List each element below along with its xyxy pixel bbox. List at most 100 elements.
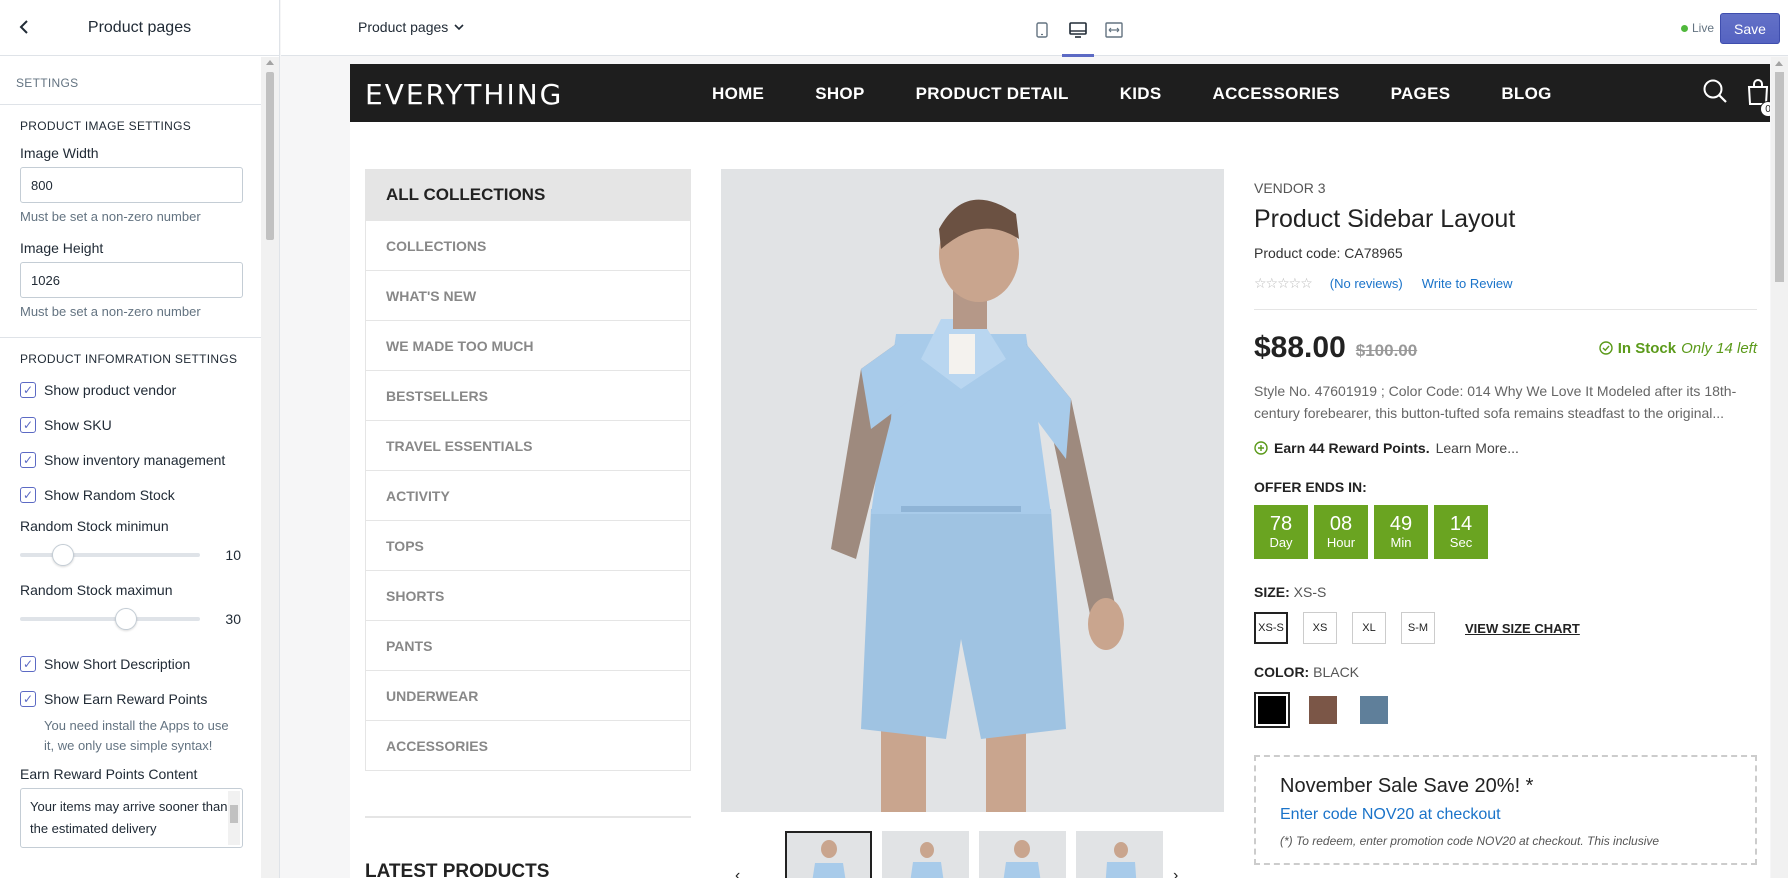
image-height-input[interactable]: 1026: [20, 262, 243, 298]
image-width-help: Must be set a non-zero number: [20, 209, 201, 224]
back-arrow-icon[interactable]: [14, 16, 36, 38]
fullwidth-icon[interactable]: [1100, 16, 1128, 44]
textarea-scrollbar[interactable]: [228, 791, 240, 845]
collection-link[interactable]: WHAT'S NEW: [366, 270, 690, 320]
scroll-up-icon[interactable]: [1775, 61, 1783, 66]
panel-scrollbar[interactable]: [261, 57, 279, 878]
page-selector[interactable]: Product pages: [358, 19, 464, 35]
product-thumbnail[interactable]: [785, 831, 872, 878]
scrollbar-thumb[interactable]: [266, 72, 274, 240]
size-option[interactable]: XL: [1352, 612, 1386, 644]
color-swatch-blue[interactable]: [1356, 692, 1392, 728]
range-value: 10: [225, 547, 241, 563]
reward-points: Earn 44 Reward Points. Learn More...: [1254, 440, 1757, 456]
cart-icon[interactable]: 0: [1746, 78, 1770, 117]
collection-link[interactable]: PANTS: [366, 620, 690, 670]
live-label: Live: [1691, 21, 1714, 35]
checkbox-label: Show product vendor: [44, 381, 177, 398]
collection-link[interactable]: ACCESSORIES: [366, 720, 690, 770]
plus-circle-icon: [1254, 441, 1268, 455]
cart-count-badge: 0: [1760, 101, 1770, 117]
desktop-icon[interactable]: [1062, 16, 1094, 57]
scroll-up-icon[interactable]: [266, 60, 274, 65]
store-logo[interactable]: EVERYTHING: [365, 78, 563, 111]
size-label-row: SIZE: XS-S: [1254, 584, 1757, 600]
collection-link[interactable]: UNDERWEAR: [366, 670, 690, 720]
range-slider-max[interactable]: [20, 608, 200, 630]
nav-link-kids[interactable]: KIDS: [1120, 84, 1162, 104]
mobile-icon[interactable]: [1028, 16, 1056, 44]
section-label: SETTINGS: [0, 57, 261, 105]
learn-more-link[interactable]: Learn More...: [1436, 440, 1519, 456]
countdown-unit: Day: [1269, 535, 1293, 550]
nav-link-accessories[interactable]: ACCESSORIES: [1213, 84, 1340, 104]
size-chart-link[interactable]: VIEW SIZE CHART: [1465, 621, 1580, 636]
nav-link-blog[interactable]: BLOG: [1501, 84, 1551, 104]
compare-price: $100.00: [1355, 341, 1418, 360]
write-review-link[interactable]: Write to Review: [1422, 276, 1513, 291]
scrollbar-thumb[interactable]: [1775, 72, 1784, 282]
collection-link[interactable]: TRAVEL ESSENTIALS: [366, 420, 690, 470]
reviews-link[interactable]: (No reviews): [1330, 276, 1403, 291]
nav-link-pages[interactable]: PAGES: [1391, 84, 1451, 104]
show-short-description-checkbox[interactable]: ✓ Show Short Description: [20, 646, 241, 681]
thumb-next-icon[interactable]: ›: [1173, 867, 1178, 878]
product-vendor[interactable]: VENDOR 3: [1254, 180, 1757, 196]
countdown-number: 14: [1449, 513, 1473, 535]
collection-link[interactable]: BESTSELLERS: [366, 370, 690, 420]
show-random-stock-checkbox[interactable]: ✓ Show Random Stock: [20, 477, 241, 512]
chevron-down-icon: [454, 23, 464, 30]
slider-handle[interactable]: [51, 544, 74, 566]
color-swatch-black[interactable]: [1254, 692, 1290, 728]
save-button[interactable]: Save: [1720, 13, 1780, 44]
check-circle-icon: [1599, 341, 1613, 355]
product-thumbnail[interactable]: [882, 831, 969, 878]
live-status: Live: [1680, 21, 1714, 35]
product-thumbnail[interactable]: [1076, 831, 1163, 878]
size-option[interactable]: XS: [1303, 612, 1337, 644]
show-inventory-checkbox[interactable]: ✓ Show inventory management: [20, 442, 241, 477]
show-reward-points-checkbox[interactable]: ✓ Show Earn Reward Points: [20, 681, 241, 716]
nav-link-home[interactable]: HOME: [712, 84, 764, 104]
store-navbar: EVERYTHING HOME SHOP PRODUCT DETAIL KIDS…: [350, 64, 1770, 122]
color-label-row: COLOR: BLACK: [1254, 664, 1757, 680]
countdown-number: 49: [1389, 513, 1413, 535]
nav-link-shop[interactable]: SHOP: [815, 84, 864, 104]
nav-link-product-detail[interactable]: PRODUCT DETAIL: [916, 84, 1069, 104]
checkmark-icon: ✓: [20, 451, 36, 468]
product-price: $88.00: [1254, 331, 1346, 364]
checkmark-icon: ✓: [20, 690, 36, 707]
color-swatch-brown[interactable]: [1305, 692, 1341, 728]
checkbox-label: Show Random Stock: [44, 486, 175, 503]
panel-scroll-area: SETTINGS PRODUCT IMAGE SETTINGS Image Wi…: [0, 57, 261, 878]
collection-link[interactable]: SHORTS: [366, 570, 690, 620]
reward-content-label: Earn Reward Points Content: [20, 766, 198, 782]
collection-link[interactable]: TOPS: [366, 520, 690, 570]
product-thumbnail[interactable]: [979, 831, 1066, 878]
size-option[interactable]: S-M: [1401, 612, 1435, 644]
image-width-input[interactable]: 800: [20, 167, 243, 203]
page-selector-label: Product pages: [358, 19, 449, 35]
show-vendor-checkbox[interactable]: ✓ Show product vendor: [20, 372, 241, 407]
range-slider-min[interactable]: [20, 544, 200, 566]
slider-handle[interactable]: [114, 608, 137, 630]
random-stock-min: Random Stock minimun 10: [20, 518, 241, 570]
reward-content-textarea[interactable]: Your items may arrive sooner than the es…: [20, 788, 243, 848]
product-main-image[interactable]: [721, 169, 1224, 812]
rating-stars-icon: ☆☆☆☆☆: [1254, 274, 1313, 291]
product-thumbnails: [785, 831, 1163, 878]
thumb-prev-icon[interactable]: ‹: [735, 867, 740, 878]
checkmark-icon: ✓: [20, 486, 36, 503]
textarea-value: Your items may arrive sooner than the es…: [30, 799, 228, 836]
collection-link[interactable]: WE MADE TOO MUCH: [366, 320, 690, 370]
show-sku-checkbox[interactable]: ✓ Show SKU: [20, 407, 241, 442]
size-option[interactable]: XS-S: [1254, 612, 1288, 644]
preview-scrollbar[interactable]: [1771, 57, 1788, 878]
collection-link[interactable]: COLLECTIONS: [366, 220, 690, 270]
product-info: VENDOR 3 Product Sidebar Layout Product …: [1254, 169, 1757, 865]
review-row: ☆☆☆☆☆ (No reviews) Write to Review: [1254, 274, 1757, 292]
reward-help-text: You need install the Apps to use it, we …: [44, 718, 229, 753]
search-icon[interactable]: [1702, 78, 1728, 111]
size-label: SIZE:: [1254, 584, 1290, 600]
collection-link[interactable]: ACTIVITY: [366, 470, 690, 520]
